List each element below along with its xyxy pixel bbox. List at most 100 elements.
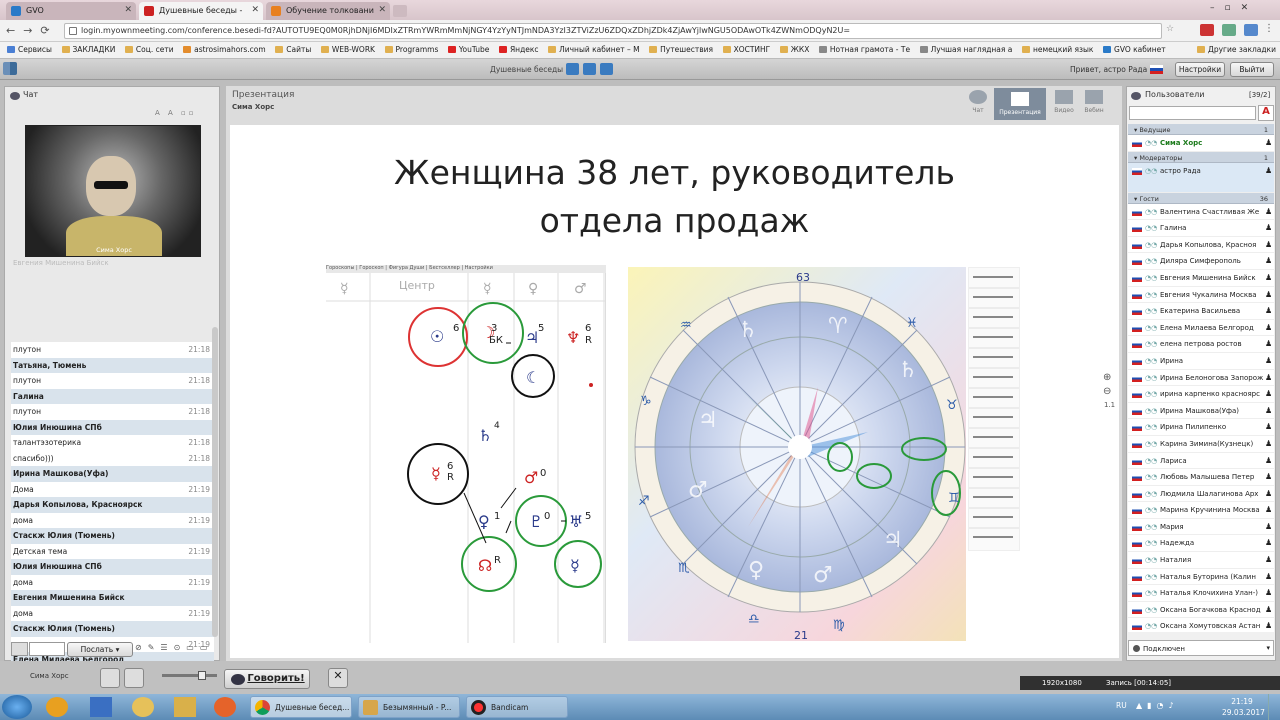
bookmark-item[interactable]: WEB-WORK — [320, 42, 375, 54]
start-button[interactable] — [2, 695, 32, 719]
user-list-item[interactable]: ◔◔ Ирина Белоногова Запорож ♟ — [1128, 369, 1274, 387]
bookmark-item[interactable]: ХОСТИНГ — [722, 42, 770, 54]
user-list-item[interactable]: ◔◔ Людмила Шалагинова Арх ♟ — [1128, 485, 1274, 503]
extension-icon[interactable] — [1200, 24, 1214, 36]
bookmark-item[interactable]: ЗАКЛАДКИ — [61, 42, 115, 54]
show-desktop-button[interactable] — [1268, 694, 1280, 720]
word-icon[interactable] — [90, 697, 112, 717]
user-list-item[interactable]: ◔◔ Наталия ♟ — [1128, 552, 1274, 569]
user-list-item[interactable]: ◔◔ елена петрова ростов ♟ — [1128, 336, 1274, 353]
status-select[interactable]: Подключен ▾ — [1128, 640, 1274, 656]
user-group-header[interactable]: ▾ Ведущие 1 — [1128, 124, 1274, 135]
bookmark-item[interactable]: YouTube — [447, 42, 489, 54]
users-search-input[interactable] — [1129, 106, 1256, 120]
bookmark-item[interactable]: GVO кабинет — [1103, 42, 1166, 54]
folder-icon[interactable] — [174, 697, 196, 717]
firefox-icon[interactable] — [214, 697, 236, 717]
bookmark-item[interactable]: Личный кабинет – M — [548, 42, 640, 54]
page-info-icon[interactable] — [69, 27, 77, 35]
send-button[interactable]: Послать ▾ — [67, 642, 133, 657]
user-list-item[interactable]: ◔◔ Мария ♟ — [1128, 518, 1274, 536]
url-field[interactable]: login.myownmeeting.com/conference.besedi… — [64, 23, 1162, 39]
user-list-item[interactable]: ◔◔ Наталья Буторина (Калин ♟ — [1128, 568, 1274, 586]
window-controls[interactable]: –▫✕ — [1210, 3, 1274, 15]
settings-button[interactable]: Настройки — [1175, 62, 1225, 77]
sort-alpha-icon[interactable]: A — [1258, 105, 1274, 121]
close-icon[interactable]: ✕ — [124, 5, 132, 15]
user-list-item[interactable]: ◔◔ Карина Зимина(Кузнецк) ♟ — [1128, 435, 1274, 453]
new-tab-button[interactable] — [393, 5, 407, 17]
bookmark-item[interactable]: ЖКХ — [779, 42, 809, 54]
bookmark-item[interactable]: Яндекс — [498, 42, 539, 54]
menu-icon[interactable]: ⋮ — [1264, 23, 1274, 34]
app-icon[interactable] — [132, 697, 154, 717]
user-list-item[interactable]: ◔◔ ирина карпенко красноярс ♟ — [1128, 386, 1274, 403]
bookmark-item[interactable]: Сервисы — [7, 42, 52, 54]
zoom-in-icon[interactable]: ⊕ — [1103, 372, 1117, 384]
user-list-item[interactable]: ◔◔ Екатерина Васильева ♟ — [1128, 303, 1274, 320]
bookmark-item[interactable]: Programms — [384, 42, 438, 54]
bookmark-item[interactable]: Путешествия — [649, 42, 713, 54]
user-list-item[interactable]: ◔◔ Дарья Копылова, Красноя ♟ — [1128, 236, 1274, 254]
user-list-item[interactable]: ◔◔ Надежда ♟ — [1128, 535, 1274, 553]
lightbulb-button[interactable] — [124, 668, 144, 688]
bookmark-item[interactable]: Нотная грамота - Те — [818, 42, 910, 54]
volume-slider[interactable] — [162, 671, 217, 685]
user-list-item[interactable]: ◔◔ астро Рада ♟ — [1128, 162, 1274, 193]
bookmark-item[interactable]: astrosimahors.com — [183, 42, 266, 54]
font-size-controls[interactable]: A A ▫▫ — [155, 109, 205, 119]
user-list-item[interactable]: ◔◔ Оксана Богачкова Краснод ♟ — [1128, 601, 1274, 619]
view-webinar-button[interactable]: Вебин — [1082, 90, 1106, 118]
bookmark-item[interactable]: немецкий язык — [1021, 42, 1093, 54]
taskbar-item-paint[interactable]: Безымянный - P... — [358, 696, 460, 718]
taskbar-item-chrome[interactable]: Душевные бесед... — [250, 696, 352, 718]
user-group-header[interactable]: ▾ Гости 36 — [1128, 192, 1274, 204]
speak-button[interactable]: Говорить! — [224, 669, 310, 689]
extension-icon[interactable] — [1244, 24, 1258, 36]
language-indicator[interactable]: RU — [1116, 701, 1127, 710]
bookmark-item[interactable]: Сайты — [275, 42, 311, 54]
user-list-item[interactable]: ◔◔ Наталья Клочихина Улан-) ♟ — [1128, 585, 1274, 602]
close-icon[interactable]: ✕ — [251, 5, 259, 15]
bookmark-item[interactable]: Лучшая наглядная а — [919, 42, 1012, 54]
microphone-button[interactable] — [100, 668, 120, 688]
extension-icon[interactable] — [1222, 24, 1236, 36]
user-list-item[interactable]: ◔◔ Марина Кручинина Москва ♟ — [1128, 502, 1274, 519]
screen-icon[interactable] — [600, 63, 613, 75]
chat-tool-icons[interactable]: ⊘✎☰⊙▭▭ — [135, 643, 217, 656]
chat-scrollbar[interactable] — [212, 327, 218, 637]
user-list-item[interactable]: ◔◔ Любовь Малышева Петер ♟ — [1128, 469, 1274, 486]
smiley-icon[interactable] — [11, 642, 28, 656]
view-chat-button[interactable]: Чат — [966, 90, 990, 118]
chat-input[interactable] — [29, 642, 65, 656]
user-group-header[interactable]: ▾ Модераторы 1 — [1128, 151, 1274, 163]
zoom-out-icon[interactable]: ⊖ — [1103, 386, 1117, 398]
tray-icons[interactable]: ▲▮◔♪ — [1136, 701, 1216, 713]
nav-buttons[interactable]: ←→⟳ — [6, 24, 58, 37]
app-icon[interactable] — [46, 697, 68, 717]
bookmark-item[interactable]: Соц. сети — [124, 42, 174, 54]
user-list-item[interactable]: ◔◔ Ирина Машкова(Уфа) ♟ — [1128, 402, 1274, 420]
user-list-item[interactable]: ◔◔ Валентина Счастливая Же ♟ — [1128, 203, 1274, 221]
user-list-item[interactable]: ◔◔ Сима Хорс ♟ — [1128, 135, 1274, 152]
user-list-item[interactable]: ◔◔ Ирина ♟ — [1128, 352, 1274, 370]
other-bookmarks[interactable]: Другие закладки — [1197, 42, 1276, 54]
user-list-item[interactable]: ◔◔ Евгения Мишенина Бийск ♟ — [1128, 269, 1274, 287]
layout-icon[interactable] — [3, 62, 17, 75]
tab-dushevnye-besedy[interactable]: Душевные беседы - ✕ — [139, 2, 263, 20]
user-list-item[interactable]: ◔◔ Ирина Пилипенко ♟ — [1128, 419, 1274, 436]
star-icon[interactable]: ☆ — [1166, 24, 1178, 35]
user-list-item[interactable]: ◔◔ Оксана Хомутовская Астан ♟ — [1128, 618, 1274, 632]
view-presentation-button[interactable]: Презентация — [994, 88, 1046, 120]
lock-icon[interactable] — [583, 63, 596, 75]
user-list-item[interactable]: ◔◔ Евгения Чукалина Москва ♟ — [1128, 286, 1274, 304]
view-video-button[interactable]: Видео — [1052, 90, 1076, 118]
tab-gvo[interactable]: GVO ✕ — [6, 2, 136, 20]
tab-obuchenie[interactable]: Обучение толковани ✕ — [266, 2, 390, 20]
close-icon[interactable]: ✕ — [328, 668, 348, 688]
close-icon[interactable]: ✕ — [378, 5, 386, 15]
user-list-item[interactable]: ◔◔ Диляра Симферополь ♟ — [1128, 253, 1274, 270]
gear-icon[interactable] — [566, 63, 579, 75]
clock[interactable]: 21:19 29.03.2017 — [1222, 696, 1265, 718]
taskbar-item-bandicam[interactable]: Bandicam — [466, 696, 568, 718]
